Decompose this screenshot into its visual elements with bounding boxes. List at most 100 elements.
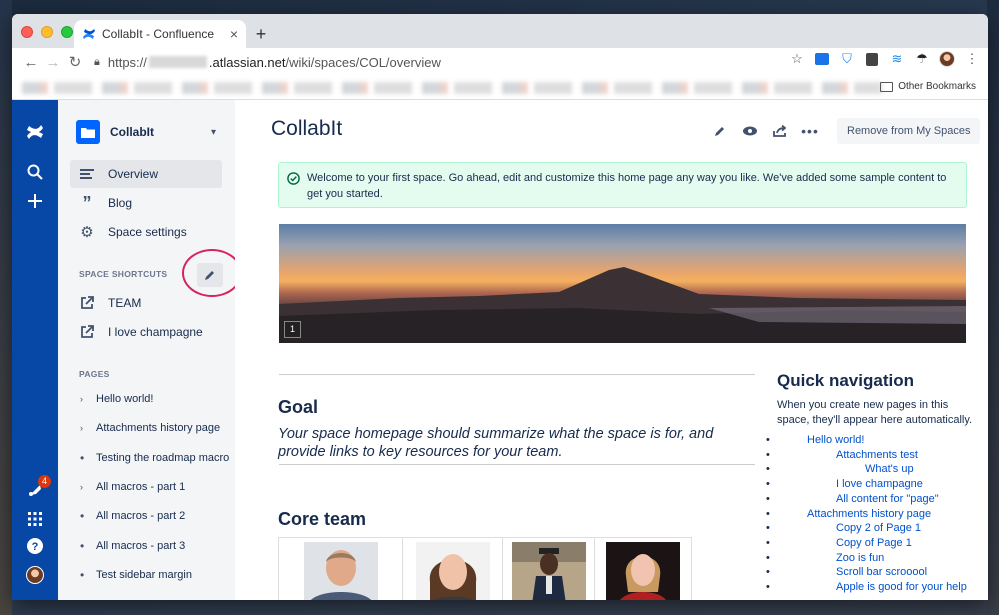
browser-tab[interactable]: CollabIt - Confluence × <box>74 20 246 48</box>
url-host: .atlassian.net <box>208 54 286 70</box>
remove-from-my-spaces-button[interactable]: Remove from My Spaces <box>837 118 981 144</box>
quick-nav-link[interactable]: Copy of Page 1 <box>766 536 967 551</box>
quick-nav-link[interactable]: Hello world! <box>766 433 967 448</box>
team-member-cell <box>403 538 503 600</box>
notifications-icon[interactable]: 4 <box>12 475 58 498</box>
browser-window: CollabIt - Confluence × + ← → ↻ 🔒︎ https… <box>12 14 988 600</box>
share-icon[interactable] <box>765 125 795 137</box>
quick-nav-link[interactable]: All content for "page" <box>766 492 967 507</box>
quick-nav-link[interactable]: Scroll bar scrooool <box>766 565 967 580</box>
tab-close-icon[interactable]: × <box>230 26 238 42</box>
extension-2-icon[interactable]: ⛉ <box>839 51 855 67</box>
core-team-table <box>278 537 692 600</box>
sidebar-item-label: Space settings <box>108 225 187 239</box>
extension-icons: ☆ ⛉ ≋ ☂ ⋮ <box>789 51 980 67</box>
page-label: All macros - part 3 <box>96 540 186 552</box>
new-tab-button[interactable]: + <box>250 24 272 46</box>
other-bookmarks[interactable]: Other Bookmarks <box>880 81 976 92</box>
url-path: /wiki/spaces/COL/overview <box>285 54 441 70</box>
sidebar-item-overview[interactable]: Overview <box>70 160 222 188</box>
team-member-photo <box>415 542 490 600</box>
extension-1-icon[interactable] <box>814 51 830 67</box>
welcome-notice: Welcome to your first space. Go ahead, e… <box>278 162 967 208</box>
chevron-right-icon[interactable]: › <box>80 482 96 492</box>
chevron-right-icon[interactable]: › <box>80 423 96 433</box>
page-tree-item[interactable]: • Testing the roadmap macro <box>80 448 230 468</box>
bookmark-star-icon[interactable]: ☆ <box>789 51 805 67</box>
lock-icon: 🔒︎ <box>94 55 100 68</box>
redacted-subdomain <box>148 56 207 68</box>
divider <box>279 374 755 375</box>
minimize-window-button[interactable] <box>41 26 53 38</box>
page-label: Testing the roadmap macro <box>96 452 230 464</box>
chevron-right-icon[interactable]: › <box>80 394 96 404</box>
bullet-icon: • <box>80 509 85 523</box>
profile-avatar-icon[interactable] <box>939 51 955 67</box>
back-icon[interactable]: ← <box>20 54 42 71</box>
global-nav: 4 ? <box>12 100 58 600</box>
quick-nav-link[interactable]: Apple is good for your help <box>766 580 967 595</box>
shortcut-team[interactable]: TEAM <box>70 289 222 317</box>
sidebar-item-blog[interactable]: ” Blog <box>70 189 222 217</box>
space-shortcuts-heading: SPACE SHORTCUTS <box>79 269 168 279</box>
edit-icon[interactable] <box>705 125 735 137</box>
forward-icon[interactable]: → <box>42 54 64 71</box>
team-member-photo <box>511 542 586 600</box>
redacted-bookmarks <box>22 82 882 94</box>
shortcut-i-love-champagne[interactable]: I love champagne <box>70 318 222 346</box>
page-tree-item[interactable]: • Test sidebar margin <box>80 565 230 585</box>
maximize-window-button[interactable] <box>61 26 73 38</box>
user-avatar[interactable] <box>12 566 58 584</box>
browser-menu-icon[interactable]: ⋮ <box>964 51 980 67</box>
space-folder-icon <box>76 120 100 144</box>
team-member-cell <box>279 538 403 600</box>
create-icon[interactable] <box>12 194 58 208</box>
space-sidebar: CollabIt ▾ Overview ” Blog ⚙ Space setti… <box>58 100 242 600</box>
notice-text: Welcome to your first space. Go ahead, e… <box>307 172 947 200</box>
help-icon[interactable]: ? <box>12 538 58 554</box>
window-controls <box>21 26 73 38</box>
quick-navigation-heading: Quick navigation <box>777 371 914 390</box>
quick-nav-link[interactable]: Attachments test <box>766 448 967 463</box>
page-tree-item[interactable]: • All macros - part 3 <box>80 536 230 556</box>
notification-badge: 4 <box>38 475 51 488</box>
confluence-app: 4 ? CollabIt ▾ Overview ” Blog ⚙ Space s… <box>12 100 988 600</box>
quick-nav-link[interactable]: What's up <box>766 462 967 477</box>
more-actions-icon[interactable]: ••• <box>795 123 825 139</box>
page-tree-item[interactable]: › Hello world! <box>80 389 230 409</box>
bookmarks-bar: Other Bookmarks <box>12 76 988 100</box>
gear-icon: ⚙ <box>80 224 94 241</box>
space-header[interactable]: CollabIt ▾ <box>76 120 216 144</box>
extension-5-icon[interactable]: ☂ <box>914 51 930 67</box>
search-icon[interactable] <box>12 164 58 180</box>
close-window-button[interactable] <box>21 26 33 38</box>
url-scheme: https:// <box>107 54 147 70</box>
page-label: Attachments history page <box>96 422 221 434</box>
shortcut-label: I love champagne <box>108 325 203 339</box>
quick-nav-link[interactable]: Attachments history page <box>766 507 967 522</box>
external-link-icon <box>78 325 96 339</box>
success-check-icon <box>287 172 300 190</box>
goal-heading: Goal <box>278 397 319 417</box>
team-member-photo <box>303 542 378 600</box>
quote-icon: ” <box>82 193 92 213</box>
svg-text:?: ? <box>32 541 39 553</box>
image-comment-badge[interactable]: 1 <box>284 321 301 338</box>
quick-nav-link[interactable]: I love champagne <box>766 477 967 492</box>
goal-text: Your space homepage should summarize wha… <box>278 426 714 460</box>
confluence-logo-icon[interactable] <box>12 122 58 142</box>
extension-3-icon[interactable] <box>864 51 880 67</box>
quick-nav-link[interactable]: Copy 2 of Page 1 <box>766 521 967 536</box>
chevron-down-icon[interactable]: ▾ <box>211 127 216 138</box>
page-tree-item[interactable]: › Attachments history page <box>80 418 230 438</box>
quick-nav-link[interactable]: Zoo is fun <box>766 551 967 566</box>
overview-icon <box>78 169 96 179</box>
watch-eye-icon[interactable] <box>735 126 765 136</box>
sidebar-item-space-settings[interactable]: ⚙ Space settings <box>70 218 222 246</box>
reload-icon[interactable]: ↻ <box>64 53 86 71</box>
address-bar: ← → ↻ 🔒︎ https:// .atlassian.net /wiki/s… <box>12 48 988 76</box>
page-tree-item[interactable]: › All macros - part 1 <box>80 477 230 497</box>
extension-4-icon[interactable]: ≋ <box>889 51 905 67</box>
app-switcher-icon[interactable] <box>12 512 58 526</box>
page-tree-item[interactable]: • All macros - part 2 <box>80 506 230 526</box>
